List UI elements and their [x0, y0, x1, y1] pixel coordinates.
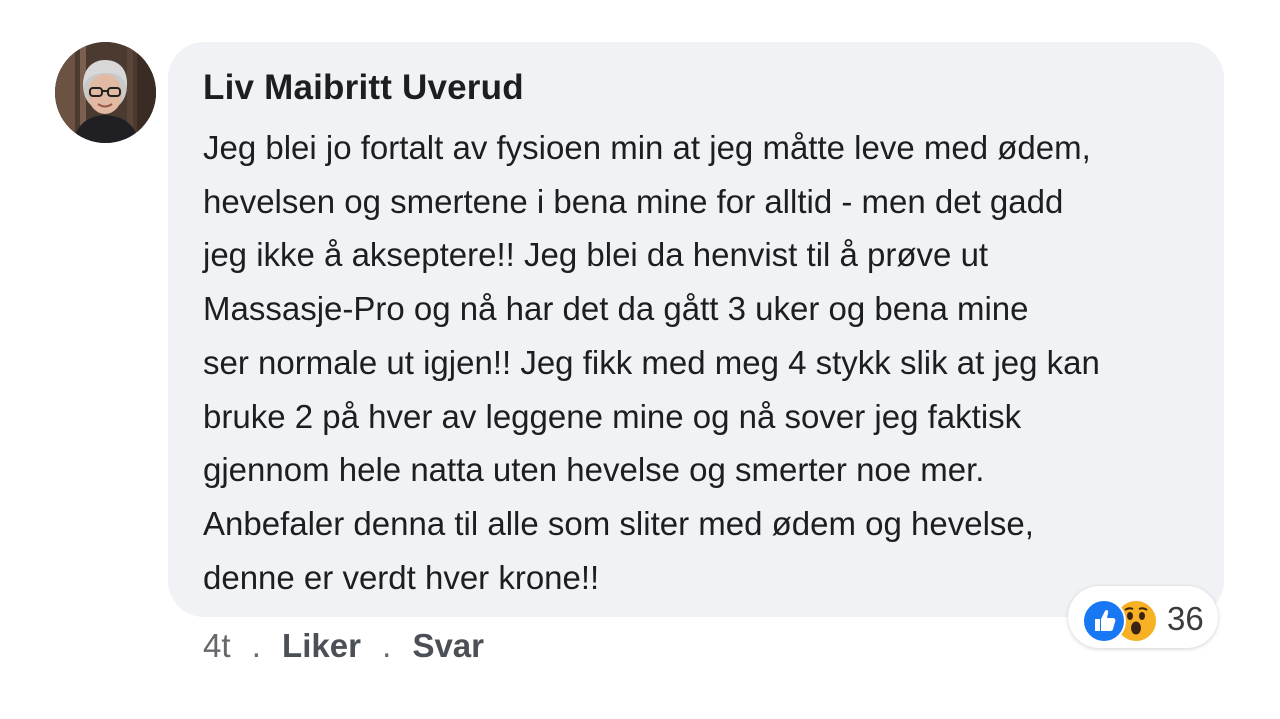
- comment-text-line: gjennom hele natta uten hevelse og smert…: [203, 451, 985, 489]
- comment-text-line: ser normale ut igjen!! Jeg fikk med meg …: [203, 343, 1100, 381]
- comment-text-line: Anbefaler denna til alle som sliter med …: [203, 504, 1034, 542]
- reaction-count: 36: [1167, 600, 1204, 637]
- reactions-summary[interactable]: 36: [1068, 586, 1218, 648]
- avatar[interactable]: [55, 42, 156, 143]
- comment-text-line: Jeg blei jo fortalt av fysioen min at je…: [203, 129, 1091, 166]
- comment-text-line: jeg ikke å akseptere!! Jeg blei da henvi…: [203, 236, 989, 274]
- comment-text-line: bruke 2 på hver av leggene mine og nå so…: [203, 397, 1022, 435]
- like-icon: [1082, 599, 1126, 643]
- comment-text-line: Massasje-Pro og nå har det da gått 3 uke…: [203, 290, 1029, 328]
- like-button[interactable]: Liker: [282, 627, 361, 665]
- comment-author[interactable]: Liv Maibritt Uverud: [203, 68, 524, 108]
- comment-timestamp[interactable]: 4t: [203, 627, 231, 665]
- separator-dot: .: [251, 627, 261, 664]
- comment-text: Jeg blei jo fortalt av fysioen min at je…: [203, 121, 1213, 604]
- comment-actions: 4t . Liker . Svar: [203, 627, 484, 665]
- comment: Liv Maibritt Uverud Jeg blei jo fortalt …: [0, 0, 1280, 719]
- avatar-image: [55, 42, 156, 143]
- separator-dot: .: [382, 627, 392, 664]
- comment-text-line: hevelsen og smertene i bena mine for all…: [203, 182, 1064, 220]
- comment-text-line: denne er verdt hver krone!!: [203, 558, 600, 596]
- reply-button[interactable]: Svar: [412, 627, 484, 665]
